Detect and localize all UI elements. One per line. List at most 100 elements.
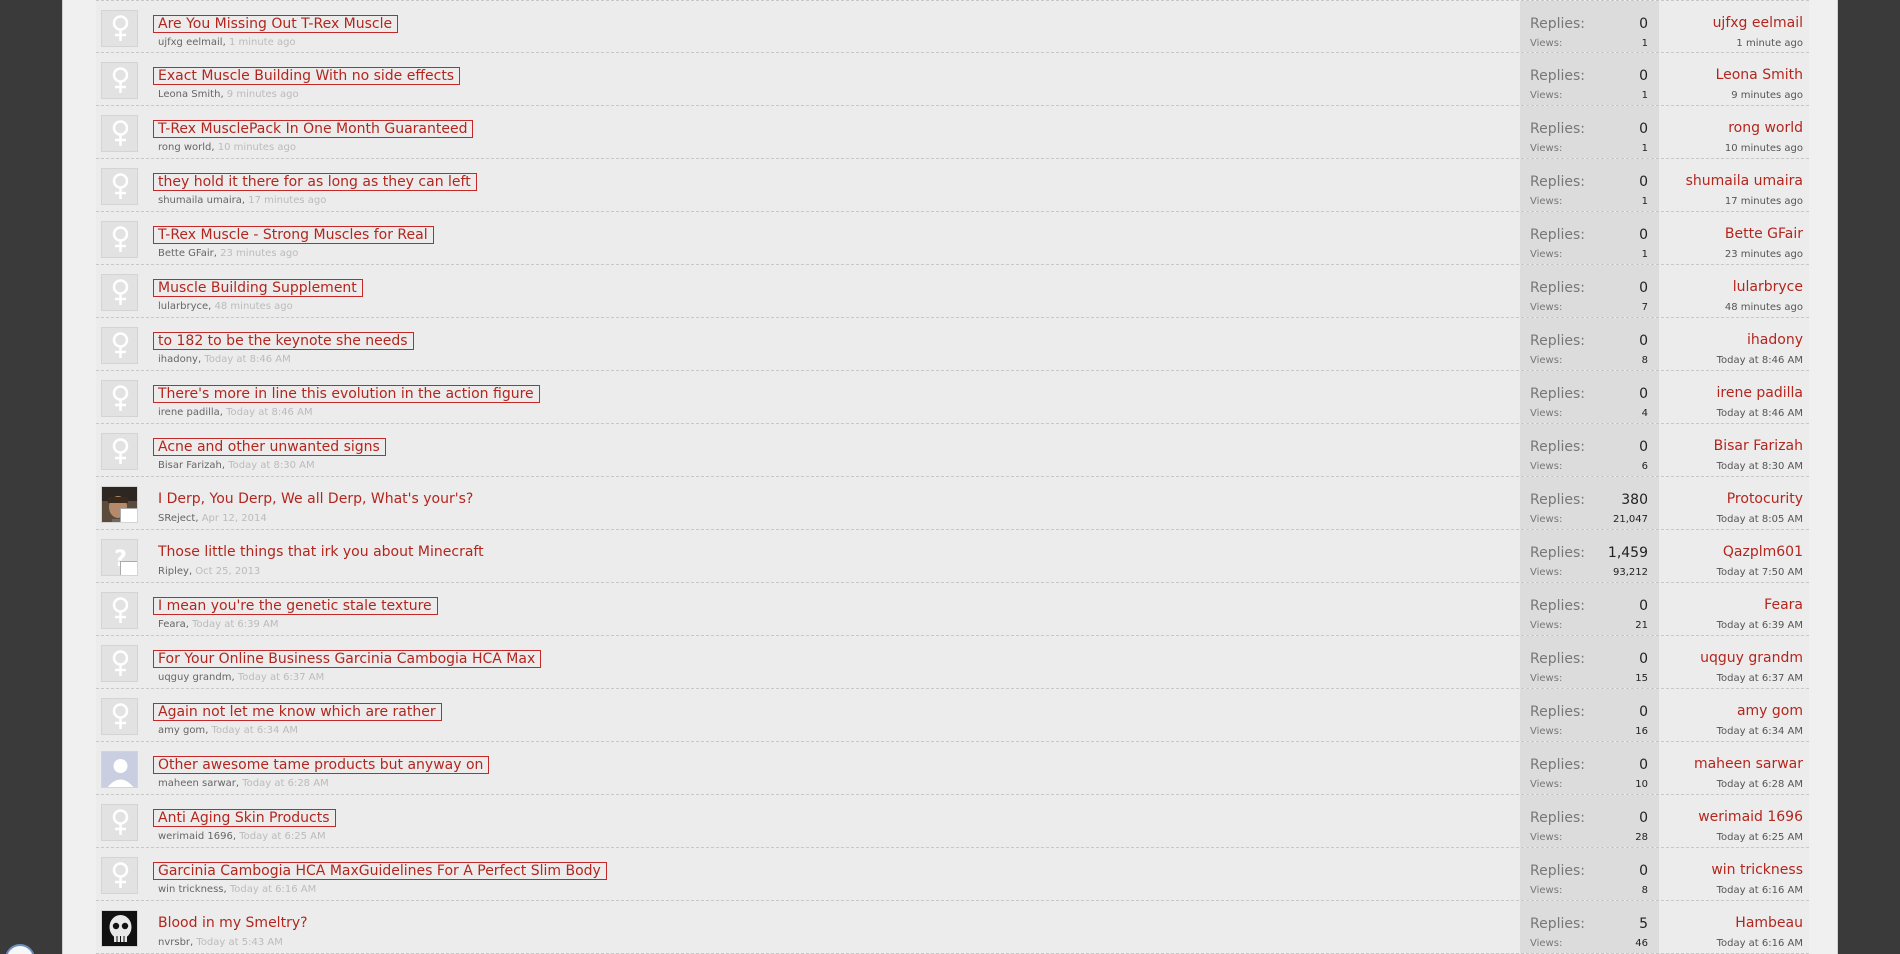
thread-title-link[interactable]: to 182 to be the keynote she needs	[153, 332, 414, 350]
thread-author[interactable]: ujfxg eelmail	[158, 37, 223, 48]
last-post-time[interactable]: Today at 6:16 AM	[1717, 885, 1803, 896]
default-avatar-icon[interactable]	[101, 168, 138, 205]
last-post-time[interactable]: Today at 6:25 AM	[1717, 832, 1803, 843]
last-post-user-link[interactable]: Protocurity	[1727, 491, 1803, 507]
thread-row[interactable]: Acne and other unwanted signs Bisar Fariz…	[96, 424, 1809, 477]
default-avatar-icon[interactable]	[101, 380, 138, 417]
thread-row[interactable]: to 182 to be the keynote she needs ihadon…	[96, 318, 1809, 371]
photo-avatar-icon[interactable]	[101, 486, 138, 523]
thread-row[interactable]: Garcinia Cambogia HCA MaxGuidelines For …	[96, 848, 1809, 901]
default-avatar-icon[interactable]	[101, 62, 138, 99]
thread-author[interactable]: Ripley	[158, 566, 189, 577]
last-post-time[interactable]: Today at 7:50 AM	[1717, 567, 1803, 578]
default-avatar-icon[interactable]	[101, 10, 138, 47]
thread-title-link[interactable]: Exact Muscle Building With no side effec…	[153, 67, 461, 85]
last-post-user-link[interactable]: Leona Smith	[1716, 67, 1803, 83]
default-avatar-icon[interactable]	[101, 804, 138, 841]
last-post-user-link[interactable]: werimaid 1696	[1698, 809, 1803, 825]
thread-row[interactable]: Other awesome tame products but anyway o…	[96, 742, 1809, 795]
thread-row[interactable]: There's more in line this evolution in t…	[96, 371, 1809, 424]
last-post-time[interactable]: Today at 6:16 AM	[1717, 938, 1803, 949]
thread-author[interactable]: Feara	[158, 619, 186, 630]
last-post-time[interactable]: 10 minutes ago	[1725, 143, 1803, 154]
thread-row[interactable]: T-Rex MusclePack In One Month Guaranteed…	[96, 106, 1809, 159]
thread-row[interactable]: Muscle Building Supplement lularbryce, 48…	[96, 265, 1809, 318]
last-post-time[interactable]: 17 minutes ago	[1725, 196, 1803, 207]
silhouette-avatar-icon[interactable]	[101, 751, 138, 788]
skull-avatar-icon[interactable]	[101, 910, 138, 947]
thread-row[interactable]: T-Rex Muscle - Strong Muscles for Real Be…	[96, 212, 1809, 265]
thread-title-link[interactable]: Acne and other unwanted signs	[153, 438, 386, 456]
last-post-time[interactable]: 1 minute ago	[1736, 38, 1803, 49]
last-post-time[interactable]: Today at 8:30 AM	[1717, 461, 1803, 472]
default-avatar-icon[interactable]	[101, 592, 138, 629]
last-post-time[interactable]: Today at 6:34 AM	[1717, 726, 1803, 737]
thread-title-link[interactable]: Other awesome tame products but anyway o…	[153, 756, 490, 774]
last-post-time[interactable]: Today at 6:39 AM	[1717, 620, 1803, 631]
thread-author[interactable]: werimaid 1696	[158, 831, 233, 842]
last-post-time[interactable]: Today at 8:46 AM	[1717, 355, 1803, 366]
last-post-time[interactable]: Today at 8:05 AM	[1717, 514, 1803, 525]
thread-author[interactable]: rong world	[158, 142, 211, 153]
thread-author[interactable]: shumaila umaira	[158, 195, 242, 206]
thread-title-link[interactable]: Anti Aging Skin Products	[153, 809, 336, 827]
thread-title-link[interactable]: T-Rex MusclePack In One Month Guaranteed	[153, 120, 474, 138]
last-post-time[interactable]: 23 minutes ago	[1725, 249, 1803, 260]
last-post-user-link[interactable]: Bisar Farizah	[1714, 438, 1803, 454]
thread-row[interactable]: ? Those little things that irk you about …	[96, 530, 1809, 583]
last-post-user-link[interactable]: Feara	[1764, 597, 1803, 613]
thread-row[interactable]: they hold it there for as long as they c…	[96, 159, 1809, 212]
thread-title-link[interactable]: T-Rex Muscle - Strong Muscles for Real	[153, 226, 434, 244]
thread-title-link[interactable]: Those little things that irk you about M…	[158, 544, 484, 560]
thread-row[interactable]: I Derp, You Derp, We all Derp, What's yo…	[96, 477, 1809, 530]
thread-author[interactable]: ihadony	[158, 354, 198, 365]
default-avatar-icon[interactable]	[101, 698, 138, 735]
default-avatar-icon[interactable]	[101, 115, 138, 152]
last-post-time[interactable]: 9 minutes ago	[1731, 90, 1803, 101]
default-avatar-icon[interactable]	[101, 327, 138, 364]
thread-row[interactable]: I mean you're the genetic stale texture F…	[96, 583, 1809, 636]
thread-author[interactable]: Bisar Farizah	[158, 460, 222, 471]
thread-title-link[interactable]: I Derp, You Derp, We all Derp, What's yo…	[158, 491, 473, 507]
thread-author[interactable]: maheen sarwar	[158, 778, 236, 789]
last-post-user-link[interactable]: ihadony	[1747, 332, 1803, 348]
thread-row[interactable]: Again not let me know which are rather am…	[96, 689, 1809, 742]
default-avatar-icon[interactable]	[101, 274, 138, 311]
thread-author[interactable]: lularbryce	[158, 301, 208, 312]
last-post-user-link[interactable]: shumaila umaira	[1686, 173, 1803, 189]
default-avatar-icon[interactable]	[101, 221, 138, 258]
thread-author[interactable]: SReject	[158, 513, 195, 524]
last-post-user-link[interactable]: maheen sarwar	[1694, 756, 1803, 772]
thread-author[interactable]: nvrsbr	[158, 937, 190, 948]
thread-row[interactable]: Exact Muscle Building With no side effec…	[96, 53, 1809, 106]
last-post-user-link[interactable]: rong world	[1728, 120, 1803, 136]
thread-author[interactable]: win trickness	[158, 884, 223, 895]
thread-title-link[interactable]: There's more in line this evolution in t…	[153, 385, 540, 403]
last-post-user-link[interactable]: lularbryce	[1733, 279, 1803, 295]
thread-author[interactable]: Bette GFair	[158, 248, 214, 259]
thread-title-link[interactable]: Again not let me know which are rather	[153, 703, 442, 721]
last-post-user-link[interactable]: uqguy grandm	[1700, 650, 1803, 666]
last-post-user-link[interactable]: win trickness	[1711, 862, 1803, 878]
scroll-top-button[interactable]	[5, 944, 35, 954]
thread-title-link[interactable]: Are You Missing Out T-Rex Muscle	[153, 15, 399, 33]
thread-author[interactable]: irene padilla	[158, 407, 220, 418]
thread-author[interactable]: Leona Smith	[158, 89, 220, 100]
last-post-time[interactable]: Today at 8:46 AM	[1717, 408, 1803, 419]
thread-row[interactable]: Anti Aging Skin Products werimaid 1696, T…	[96, 795, 1809, 848]
thread-title-link[interactable]: Blood in my Smeltry?	[158, 915, 308, 931]
thread-title-link[interactable]: For Your Online Business Garcinia Cambog…	[153, 650, 542, 668]
thread-author[interactable]: amy gom	[158, 725, 205, 736]
default-avatar-icon[interactable]	[101, 645, 138, 682]
last-post-time[interactable]: 48 minutes ago	[1725, 302, 1803, 313]
last-post-user-link[interactable]: amy gom	[1737, 703, 1803, 719]
last-post-user-link[interactable]: irene padilla	[1717, 385, 1804, 401]
last-post-user-link[interactable]: Bette GFair	[1725, 226, 1803, 242]
last-post-user-link[interactable]: ujfxg eelmail	[1713, 15, 1803, 31]
last-post-time[interactable]: Today at 6:37 AM	[1717, 673, 1803, 684]
thread-row[interactable]: For Your Online Business Garcinia Cambog…	[96, 636, 1809, 689]
default-avatar-icon[interactable]	[101, 857, 138, 894]
thread-author[interactable]: uqguy grandm	[158, 672, 231, 683]
last-post-user-link[interactable]: Hambeau	[1735, 915, 1803, 931]
thread-title-link[interactable]: I mean you're the genetic stale texture	[153, 597, 438, 615]
